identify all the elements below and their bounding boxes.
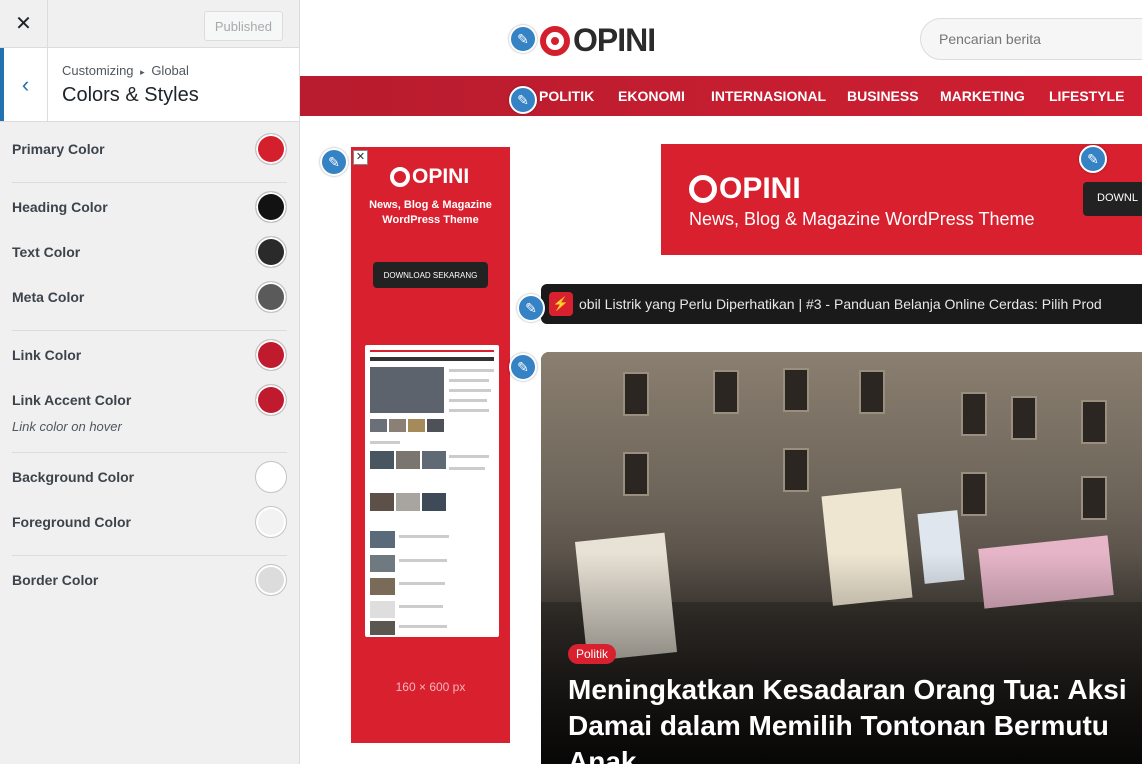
background-color-control: Background Color <box>12 461 287 493</box>
nav-item-business[interactable]: BUSINESS <box>847 88 919 104</box>
text-color-label: Text Color <box>12 244 81 260</box>
background-color-label: Background Color <box>12 469 135 485</box>
breadcrumb-root: Customizing <box>62 63 134 78</box>
foreground-color-label: Foreground Color <box>12 514 131 530</box>
section-header: ‹ Customizing ▸ Global Colors & Styles <box>0 48 299 122</box>
ad-download-button[interactable]: DOWNLOAD SEKARANG <box>373 262 488 288</box>
ad-logo-text: OPINI <box>412 165 470 188</box>
border-color-label: Border Color <box>12 572 99 588</box>
link-color-control: Link Color <box>12 339 287 371</box>
search-input[interactable] <box>920 18 1142 60</box>
ticker-text[interactable]: obil Listrik yang Perlu Diperhatikan | #… <box>579 296 1102 312</box>
border-color-control: Border Color <box>12 564 287 596</box>
nav-item-internasional[interactable]: INTERNASIONAL <box>711 88 826 104</box>
banner-download-button[interactable]: DOWNL <box>1083 182 1142 216</box>
heading-color-label: Heading Color <box>12 199 108 215</box>
heading-color-control: Heading Color <box>12 191 287 223</box>
section-title: Colors & Styles <box>62 84 199 106</box>
edit-logo-icon[interactable]: ✎ <box>509 25 537 53</box>
foreground-color-swatch[interactable] <box>255 506 287 538</box>
close-customizer-button[interactable]: ✕ <box>0 0 48 48</box>
link-accent-description: Link color on hover <box>12 419 122 434</box>
main-navigation: POLITIK EKONOMI INTERNASIONAL BUSINESS M… <box>300 76 1142 116</box>
ad-tagline: News, Blog & Magazine WordPress Theme <box>369 199 492 226</box>
back-button[interactable]: ‹ <box>0 48 48 121</box>
nav-item-politik[interactable]: POLITIK <box>539 88 594 104</box>
breadcrumb: Customizing ▸ Global <box>62 63 199 78</box>
header-banner-ad[interactable]: OPINI News, Blog & Magazine WordPress Th… <box>661 144 1142 255</box>
meta-color-swatch[interactable] <box>255 281 287 313</box>
edit-hero-icon[interactable]: ✎ <box>509 353 537 381</box>
divider <box>12 555 287 556</box>
edit-ad-icon[interactable]: ✎ <box>320 148 348 176</box>
hero-post-title[interactable]: Meningkatkan Kesadaran Orang Tua: Aksi D… <box>568 672 1142 764</box>
lightning-icon: ⚡ <box>549 292 573 316</box>
breadcrumb-section: Global <box>151 63 189 78</box>
nav-item-marketing[interactable]: MARKETING <box>940 88 1025 104</box>
banner-logo: OPINI <box>689 172 801 206</box>
ad-size-label: 160 × 600 px <box>395 680 466 694</box>
meta-color-control: Meta Color <box>12 281 287 313</box>
ad-logo: OPINI <box>390 165 469 189</box>
banner-logo-text: OPINI <box>719 172 801 205</box>
category-badge[interactable]: Politik <box>568 644 617 664</box>
section-title-wrap: Customizing ▸ Global Colors & Styles <box>48 48 199 121</box>
meta-color-label: Meta Color <box>12 289 85 305</box>
heading-color-swatch[interactable] <box>255 191 287 223</box>
divider <box>12 330 287 331</box>
banner-logo-ring-icon <box>689 175 717 203</box>
logo-ring-icon <box>540 25 570 56</box>
text-color-control: Text Color <box>12 236 287 268</box>
ad-logo-ring-icon <box>390 167 410 187</box>
text-color-swatch[interactable] <box>255 236 287 268</box>
link-accent-color-control: Link Accent Color <box>12 384 287 416</box>
edit-banner-icon[interactable]: ✎ <box>1079 145 1107 173</box>
customizer-sidebar: ✕ Published ‹ Customizing ▸ Global Color… <box>0 0 300 764</box>
close-ad-icon[interactable]: ✕ <box>353 150 368 165</box>
background-color-swatch[interactable] <box>255 461 287 493</box>
hero-post: Politik Meningkatkan Kesadaran Orang Tua… <box>541 352 1142 764</box>
banner-tagline: News, Blog & Magazine WordPress Theme <box>689 209 1035 229</box>
link-color-label: Link Color <box>12 347 82 363</box>
nav-item-ekonomi[interactable]: EKONOMI <box>618 88 685 104</box>
primary-color-label: Primary Color <box>12 141 105 157</box>
breadcrumb-separator: ▸ <box>140 67 145 77</box>
primary-color-swatch[interactable] <box>255 133 287 165</box>
ad-theme-mockup-image <box>365 345 499 637</box>
site-logo-text: OPINI <box>573 22 656 58</box>
border-color-swatch[interactable] <box>255 564 287 596</box>
edit-menu-icon[interactable]: ✎ <box>509 86 537 114</box>
link-accent-color-swatch[interactable] <box>255 384 287 416</box>
divider <box>12 182 287 183</box>
site-preview: ✎ OPINI POLITIK EKONOMI INTERNASIONAL BU… <box>300 0 1142 764</box>
link-color-swatch[interactable] <box>255 339 287 371</box>
nav-item-lifestyle[interactable]: LIFESTYLE <box>1049 88 1124 104</box>
edit-ticker-icon[interactable]: ✎ <box>517 294 545 322</box>
site-logo[interactable]: OPINI <box>540 22 656 59</box>
primary-color-control: Primary Color <box>12 133 287 165</box>
divider <box>12 452 287 453</box>
news-ticker: ⚡ obil Listrik yang Perlu Diperhatikan |… <box>541 284 1142 324</box>
foreground-color-control: Foreground Color <box>12 506 287 538</box>
customizer-header: ✕ Published <box>0 0 299 48</box>
publish-button[interactable]: Published <box>203 11 283 41</box>
side-ad[interactable]: OPINI News, Blog & Magazine WordPress Th… <box>351 147 510 743</box>
link-accent-color-label: Link Accent Color <box>12 392 132 408</box>
